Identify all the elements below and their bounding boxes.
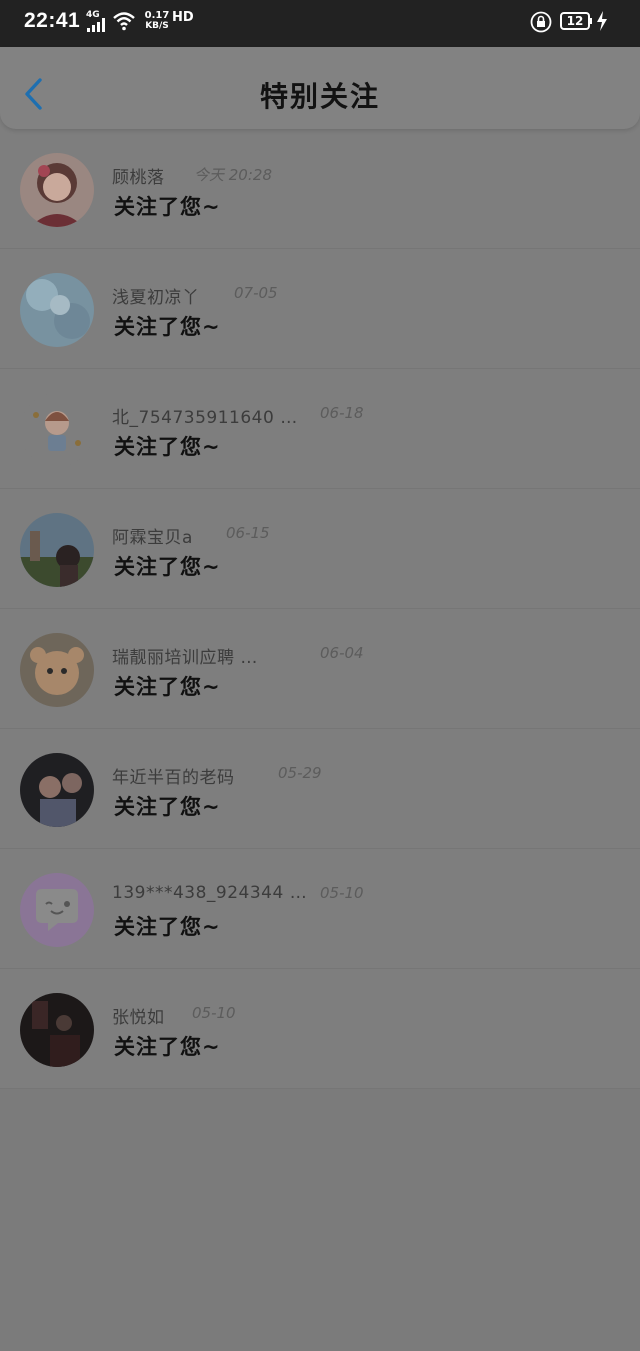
user-name[interactable]: 张悦如 [112, 1008, 165, 1028]
message-text: 关注了您~ [114, 315, 221, 339]
network-speed: 0.17 KB/S [142, 10, 172, 32]
battery-level: 12 [566, 14, 584, 28]
list-item[interactable]: 139***438_924344 … 05-10 关注了您~ [0, 849, 640, 969]
list-item[interactable]: 年近半百的老码 05-29 关注了您~ [0, 729, 640, 849]
timestamp: 05-29 [278, 764, 322, 782]
avatar[interactable] [20, 513, 94, 587]
list-item[interactable]: 北_754735911640 … 06-18 关注了您~ [0, 369, 640, 489]
rotation-lock-icon [530, 11, 552, 33]
list-item[interactable]: 浅夏初凉丫 07-05 关注了您~ [0, 249, 640, 369]
list-item[interactable]: 顾桃落 今天 20:28 关注了您~ [0, 129, 640, 249]
page-header: 特别关注 [0, 47, 640, 129]
message-text: 关注了您~ [114, 795, 221, 819]
message-text: 关注了您~ [114, 195, 221, 219]
user-name[interactable]: 瑞靓丽培训应聘 … [112, 648, 258, 668]
speed-value: 0.17 [144, 10, 170, 21]
chat-bubble-avatar-icon[interactable] [20, 873, 94, 947]
message-text: 关注了您~ [114, 675, 221, 699]
avatar[interactable] [20, 633, 94, 707]
timestamp: 05-10 [320, 884, 364, 902]
avatar[interactable] [20, 393, 94, 467]
user-name[interactable]: 顾桃落 [112, 168, 165, 188]
timestamp: 06-15 [226, 524, 270, 542]
user-name[interactable]: 浅夏初凉丫 [112, 288, 200, 308]
avatar[interactable] [20, 153, 94, 227]
avatar[interactable] [20, 993, 94, 1067]
follower-list: 顾桃落 今天 20:28 关注了您~ 浅夏初凉丫 07-05 关注了您~ 北_7… [0, 129, 640, 1089]
list-item[interactable]: 张悦如 05-10 关注了您~ [0, 969, 640, 1089]
timestamp: 今天 20:28 [194, 166, 272, 184]
page-title: 特别关注 [259, 80, 380, 113]
message-text: 关注了您~ [114, 435, 221, 459]
hd-badge: HD [172, 10, 194, 25]
name-line: 阿霖宝贝a 06-15 [112, 523, 270, 548]
user-name[interactable]: 年近半百的老码 [112, 768, 235, 788]
name-line: 139***438_924344 … 05-10 [112, 883, 364, 903]
list-item[interactable]: 瑞靓丽培训应聘 … 06-04 关注了您~ [0, 609, 640, 729]
charging-icon [597, 11, 607, 31]
empty-area [0, 1089, 640, 1351]
list-item[interactable]: 阿霖宝贝a 06-15 关注了您~ [0, 489, 640, 609]
message-text: 关注了您~ [114, 1035, 221, 1059]
timestamp: 05-10 [192, 1004, 236, 1022]
status-bar: 22:41 4G 0.17 KB/S HD 12 [0, 0, 640, 47]
name-line: 瑞靓丽培训应聘 … 06-04 [112, 643, 364, 668]
name-line: 浅夏初凉丫 07-05 [112, 283, 278, 308]
battery-tip [590, 18, 592, 24]
name-line: 年近半百的老码 05-29 [112, 763, 322, 788]
avatar[interactable] [20, 273, 94, 347]
avatar[interactable] [20, 753, 94, 827]
name-line: 北_754735911640 … 06-18 [112, 403, 364, 428]
timestamp: 07-05 [234, 284, 278, 302]
timestamp: 06-04 [320, 644, 364, 662]
status-time: 22:41 [24, 9, 81, 32]
speed-unit: KB/S [145, 21, 169, 31]
status-right: 12 [530, 11, 620, 35]
message-text: 关注了您~ [114, 555, 221, 579]
signal-icon [87, 18, 105, 32]
user-name[interactable]: 阿霖宝贝a [112, 528, 193, 548]
name-line: 张悦如 05-10 [112, 1003, 236, 1028]
user-name[interactable]: 139***438_924344 … [112, 883, 307, 903]
battery-icon: 12 [560, 12, 590, 30]
wifi-icon [113, 12, 135, 31]
user-name[interactable]: 北_754735911640 … [112, 408, 298, 428]
timestamp: 06-18 [320, 404, 364, 422]
message-text: 关注了您~ [114, 915, 221, 939]
name-line: 顾桃落 今天 20:28 [112, 163, 272, 188]
